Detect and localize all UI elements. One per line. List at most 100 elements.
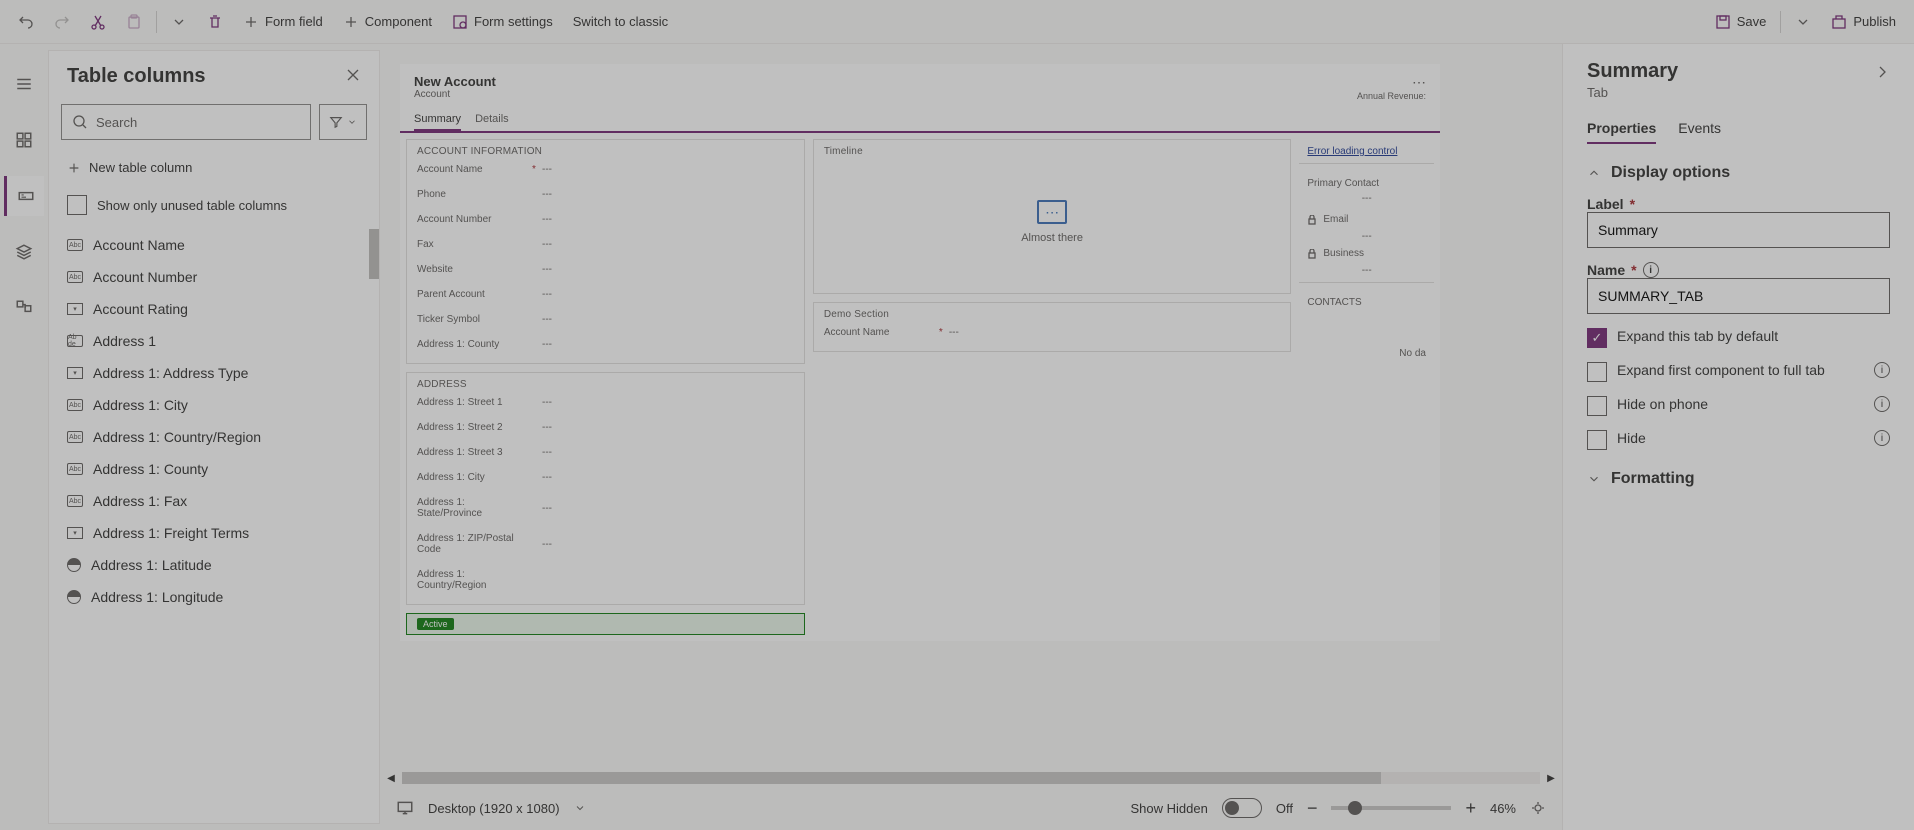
form-field[interactable]: Ticker Symbol---: [417, 307, 794, 332]
paste-button[interactable]: [116, 4, 152, 40]
info-icon[interactable]: i: [1874, 362, 1890, 378]
chevron-down-icon[interactable]: [574, 802, 586, 814]
tree-icon[interactable]: [4, 288, 44, 328]
form-field[interactable]: Address 1: County---: [417, 332, 794, 357]
section-demo[interactable]: Demo Section Account Name * ---: [813, 302, 1292, 352]
form-settings-button[interactable]: Form settings: [442, 4, 563, 40]
info-icon[interactable]: i: [1643, 262, 1659, 278]
switch-classic-button[interactable]: Switch to classic: [563, 4, 678, 40]
desktop-icon: [396, 799, 414, 817]
lock-icon: [1307, 249, 1317, 259]
column-item[interactable]: ▾Address 1: Freight Terms: [49, 517, 379, 549]
add-form-field-button[interactable]: Form field: [233, 4, 333, 40]
column-item[interactable]: AbcAccount Number: [49, 261, 379, 293]
left-nav-rail: [0, 44, 48, 830]
search-icon: [72, 114, 88, 130]
undo-button[interactable]: [8, 4, 44, 40]
layers-icon[interactable]: [4, 232, 44, 272]
delete-button[interactable]: [197, 4, 233, 40]
columns-filter-button[interactable]: [319, 104, 367, 140]
info-icon[interactable]: i: [1874, 430, 1890, 446]
viewport-label[interactable]: Desktop (1920 x 1080): [428, 801, 560, 816]
add-component-button[interactable]: Component: [333, 4, 442, 40]
column-item[interactable]: AbcAddress 1: City: [49, 389, 379, 421]
column-item[interactable]: Address 1: Longitude: [49, 581, 379, 613]
section-timeline[interactable]: Timeline Almost there: [813, 139, 1292, 294]
form-preview[interactable]: New Account Account ⋯ Annual Revenue: Su…: [400, 64, 1440, 641]
form-canvas: New Account Account ⋯ Annual Revenue: Su…: [380, 44, 1562, 830]
chevron-up-icon: [1587, 166, 1601, 180]
field-type-icon: ▾: [67, 527, 83, 539]
hide-phone-checkbox[interactable]: [1587, 396, 1607, 416]
columns-icon[interactable]: [4, 176, 44, 216]
display-options-header[interactable]: Display options: [1587, 164, 1890, 182]
scrollbar-thumb-horizontal[interactable]: [402, 772, 1381, 784]
column-item[interactable]: ▾Account Rating: [49, 293, 379, 325]
save-chevron-button[interactable]: [1785, 4, 1821, 40]
form-field[interactable]: Phone---: [417, 182, 794, 207]
form-field[interactable]: Fax---: [417, 232, 794, 257]
show-unused-checkbox[interactable]: [67, 195, 87, 215]
formatting-header[interactable]: Formatting: [1587, 470, 1890, 488]
tab-properties[interactable]: Properties: [1587, 114, 1656, 144]
redo-button[interactable]: [44, 4, 80, 40]
scroll-right-icon[interactable]: ▶: [1544, 773, 1558, 784]
column-item[interactable]: Address 1: Latitude: [49, 549, 379, 581]
hamburger-icon[interactable]: [4, 64, 44, 104]
scroll-left-icon[interactable]: ◀: [384, 773, 398, 784]
show-hidden-toggle[interactable]: [1222, 798, 1262, 818]
command-toolbar: Form field Component Form settings Switc…: [0, 0, 1914, 44]
column-label: Address 1: County: [93, 461, 208, 477]
form-field[interactable]: Address 1: State/Province---: [417, 490, 794, 526]
publish-button[interactable]: Publish: [1821, 4, 1906, 40]
chevron-right-icon[interactable]: [1874, 64, 1890, 80]
tab-details[interactable]: Details: [475, 109, 509, 131]
columns-list[interactable]: AbcAccount NameAbcAccount Number▾Account…: [49, 229, 379, 823]
section-account-information[interactable]: ACCOUNT INFORMATION Account Name*---Phon…: [406, 139, 805, 364]
form-field[interactable]: Account Number---: [417, 207, 794, 232]
zoom-in-button[interactable]: +: [1465, 798, 1476, 819]
form-field[interactable]: Account Name*---: [417, 157, 794, 182]
info-icon[interactable]: i: [1874, 396, 1890, 412]
column-item[interactable]: AbcAccount Name: [49, 229, 379, 261]
column-item[interactable]: AbcAddress 1: Fax: [49, 485, 379, 517]
form-entity: Account: [414, 89, 496, 100]
column-label: Address 1: [93, 333, 156, 349]
columns-search-input[interactable]: Search: [61, 104, 311, 140]
column-label: Address 1: Latitude: [91, 557, 212, 573]
new-table-column-button[interactable]: New table column: [49, 150, 379, 185]
column-item[interactable]: AbcAddress 1: Country/Region: [49, 421, 379, 453]
components-icon[interactable]: [4, 120, 44, 160]
hide-checkbox[interactable]: [1587, 430, 1607, 450]
chevron-down-button[interactable]: [161, 4, 197, 40]
error-loading-control-link[interactable]: Error loading control: [1307, 146, 1397, 157]
form-field[interactable]: Address 1: Street 2---: [417, 415, 794, 440]
form-field[interactable]: Address 1: Street 1---: [417, 390, 794, 415]
fit-icon[interactable]: [1530, 800, 1546, 816]
zoom-slider[interactable]: [1331, 806, 1451, 810]
column-item[interactable]: Ab deAddress 1: [49, 325, 379, 357]
column-item[interactable]: ▾Address 1: Address Type: [49, 357, 379, 389]
field-type-icon: ▾: [67, 367, 83, 379]
form-field[interactable]: Parent Account---: [417, 282, 794, 307]
tab-summary[interactable]: Summary: [414, 109, 461, 131]
form-field[interactable]: Website---: [417, 257, 794, 282]
expand-first-checkbox[interactable]: [1587, 362, 1607, 382]
horizontal-scrollbar[interactable]: ◀ ▶: [380, 770, 1562, 786]
cut-button[interactable]: [80, 4, 116, 40]
expand-default-checkbox[interactable]: ✓: [1587, 328, 1607, 348]
save-button[interactable]: Save: [1705, 4, 1777, 40]
tab-events[interactable]: Events: [1678, 114, 1721, 144]
column-item[interactable]: AbcAddress 1: County: [49, 453, 379, 485]
zoom-out-button[interactable]: −: [1307, 798, 1318, 819]
form-field[interactable]: Address 1: Country/Region: [417, 562, 794, 598]
name-input[interactable]: [1587, 278, 1890, 314]
form-field[interactable]: Address 1: City---: [417, 465, 794, 490]
form-field[interactable]: Address 1: Street 3---: [417, 440, 794, 465]
close-panel-icon[interactable]: [345, 67, 361, 86]
section-address[interactable]: ADDRESS Address 1: Street 1---Address 1:…: [406, 372, 805, 605]
scrollbar-thumb[interactable]: [369, 229, 379, 279]
form-field[interactable]: Address 1: ZIP/Postal Code---: [417, 526, 794, 562]
label-input[interactable]: [1587, 212, 1890, 248]
form-settings-label: Form settings: [474, 14, 553, 29]
